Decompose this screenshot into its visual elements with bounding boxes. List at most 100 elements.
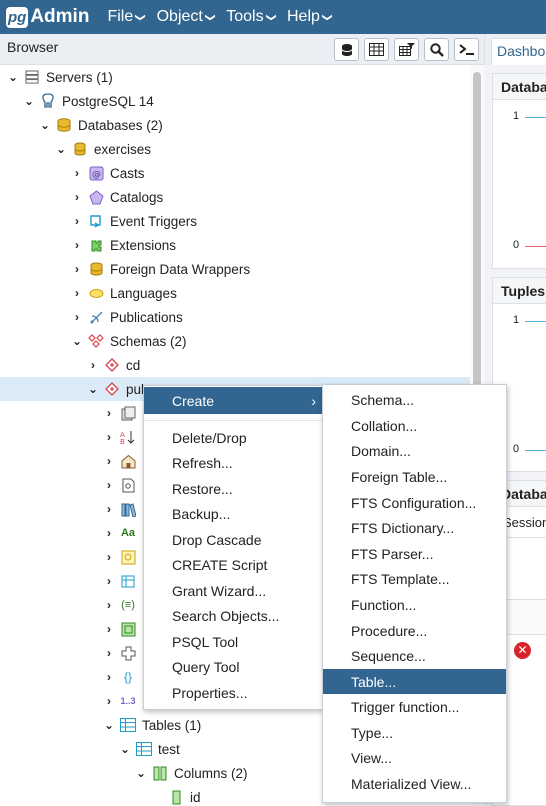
chevron-down-icon[interactable]: ⌄ [86, 382, 100, 396]
submenu-domain[interactable]: Domain... [323, 438, 506, 463]
submenu-fts-configuration[interactable]: FTS Configuration... [323, 490, 506, 515]
context-menu-grant-wizard[interactable]: Grant Wizard... [144, 578, 322, 603]
chevron-right-icon[interactable]: › [102, 646, 116, 660]
context-menu-refresh[interactable]: Refresh... [144, 450, 322, 475]
chevron-down-icon[interactable]: ⌄ [70, 334, 84, 348]
tree-node-tables[interactable]: ⌄ Tables (1) [102, 713, 201, 737]
submenu-procedure[interactable]: Procedure... [323, 618, 506, 643]
chevron-right-icon[interactable]: › [102, 694, 116, 708]
context-menu-delete-drop[interactable]: Delete/Drop [144, 425, 322, 450]
tree-node-languages[interactable]: › Languages [70, 281, 177, 305]
menu-object-label: Object [156, 8, 203, 25]
context-menu-drop-cascade[interactable]: Drop Cascade [144, 527, 322, 552]
chevron-down-icon[interactable]: ⌄ [118, 742, 132, 756]
chevron-down-icon[interactable]: ⌄ [22, 94, 36, 108]
tree-node-database-exercises[interactable]: ⌄ exercises [54, 137, 151, 161]
tree-node-columns[interactable]: ⌄ Columns (2) [134, 761, 248, 785]
chevron-right-icon[interactable]: › [70, 310, 84, 324]
submenu-schema[interactable]: Schema... [323, 387, 506, 412]
tree-node-materialized-views[interactable]: › [102, 617, 142, 641]
chevron-right-icon[interactable]: › [70, 190, 84, 204]
context-menu-psql-tool[interactable]: PSQL Tool [144, 629, 322, 654]
tree-node-functions[interactable]: › (≡) [102, 593, 142, 617]
tree-node-collations[interactable]: › AB [102, 425, 142, 449]
chevron-down-icon[interactable]: ⌄ [6, 70, 20, 84]
chevron-down-icon[interactable]: ⌄ [38, 118, 52, 132]
chevron-right-icon[interactable]: › [102, 430, 116, 444]
submenu-trigger-function[interactable]: Trigger function... [323, 694, 506, 719]
tree-node-extensions[interactable]: › Extensions [70, 233, 176, 257]
chevron-right-icon[interactable]: › [102, 454, 116, 468]
chevron-right-icon[interactable]: › [102, 526, 116, 540]
submenu-fts-dictionary[interactable]: FTS Dictionary... [323, 515, 506, 540]
context-menu-create-script[interactable]: CREATE Script [144, 552, 322, 577]
tree-node-aggregates[interactable]: › [102, 401, 142, 425]
view-data-button[interactable] [364, 38, 389, 61]
chevron-down-icon[interactable]: ⌄ [102, 718, 116, 732]
tree-node-publications[interactable]: › Publications [70, 305, 183, 329]
tree-node-casts[interactable]: › @ Casts [70, 161, 145, 185]
context-menu-search-objects[interactable]: Search Objects... [144, 603, 322, 628]
submenu-foreign-table[interactable]: Foreign Table... [323, 464, 506, 489]
query-tool-button[interactable] [334, 38, 359, 61]
chevron-right-icon[interactable]: › [86, 358, 100, 372]
context-menu-create[interactable]: Create › [144, 387, 322, 414]
filtered-rows-button[interactable] [394, 38, 419, 61]
tree-node-schema-cd[interactable]: › cd [86, 353, 140, 377]
chevron-right-icon[interactable]: › [102, 574, 116, 588]
submenu-table[interactable]: Table... [323, 669, 506, 694]
menu-object[interactable]: Object ❯ [156, 8, 216, 26]
chevron-right-icon[interactable]: › [70, 214, 84, 228]
context-menu-properties[interactable]: Properties... [144, 680, 322, 705]
terminate-session-icon[interactable]: ✕ [514, 642, 531, 659]
menu-tools[interactable]: Tools ❯ [226, 8, 276, 26]
tree-node-catalogs[interactable]: › Catalogs [70, 185, 163, 209]
tree-node-table-test[interactable]: ⌄ test [118, 737, 180, 761]
chevron-right-icon[interactable]: › [102, 598, 116, 612]
menu-help[interactable]: Help ❯ [287, 8, 333, 26]
chevron-right-icon[interactable]: › [70, 166, 84, 180]
chevron-right-icon[interactable]: › [102, 406, 116, 420]
submenu-view[interactable]: View... [323, 745, 506, 770]
chevron-right-icon[interactable]: › [70, 238, 84, 252]
submenu-function[interactable]: Function... [323, 592, 506, 617]
tree-node-sequences[interactable]: › 1..3 [102, 689, 142, 713]
tree-node-fts-dictionaries[interactable]: › [102, 497, 142, 521]
tree-node-server[interactable]: ⌄ PostgreSQL 14 [22, 89, 154, 113]
search-objects-button[interactable] [424, 38, 449, 61]
chevron-right-icon[interactable]: › [70, 262, 84, 276]
tree-node-databases[interactable]: ⌄ Databases (2) [38, 113, 163, 137]
tree-node-domains[interactable]: › [102, 449, 142, 473]
chevron-down-icon[interactable]: ⌄ [134, 766, 148, 780]
tree-node-foreign-tables[interactable]: › [102, 569, 142, 593]
chevron-down-icon[interactable]: ⌄ [54, 142, 68, 156]
submenu-collation[interactable]: Collation... [323, 413, 506, 438]
context-menu-restore[interactable]: Restore... [144, 476, 322, 501]
chevron-right-icon[interactable]: › [70, 286, 84, 300]
psql-tool-button[interactable] [454, 38, 479, 61]
submenu-materialized-view[interactable]: Materialized View... [323, 771, 506, 796]
tree-node-fts-parsers[interactable]: › Aa [102, 521, 142, 545]
tree-node-fts-configurations[interactable]: › [102, 473, 142, 497]
chevron-right-icon[interactable]: › [102, 502, 116, 516]
tree-node-column-id[interactable]: id [150, 785, 201, 806]
tab-dashboard[interactable]: Dashboard [491, 38, 546, 65]
chevron-right-icon[interactable]: › [102, 478, 116, 492]
chevron-right-icon[interactable]: › [102, 670, 116, 684]
submenu-fts-template[interactable]: FTS Template... [323, 566, 506, 591]
tree-node-event-triggers[interactable]: › Event Triggers [70, 209, 197, 233]
context-menu-backup[interactable]: Backup... [144, 501, 322, 526]
chevron-right-icon[interactable]: › [102, 622, 116, 636]
chevron-right-icon[interactable]: › [102, 550, 116, 564]
tree-node-fts-templates[interactable]: › [102, 545, 142, 569]
tree-node-procedures[interactable]: › {} [102, 665, 142, 689]
tree-node-fdw[interactable]: › Foreign Data Wrappers [70, 257, 250, 281]
submenu-type[interactable]: Type... [323, 720, 506, 745]
submenu-sequence[interactable]: Sequence... [323, 643, 506, 668]
tree-node-operators[interactable]: › [102, 641, 142, 665]
menu-file[interactable]: File ❯ [107, 8, 145, 26]
context-menu-query-tool[interactable]: Query Tool [144, 654, 322, 679]
tree-node-schemas[interactable]: ⌄ Schemas (2) [70, 329, 187, 353]
tree-node-servers[interactable]: ⌄ Servers (1) [6, 65, 113, 89]
submenu-fts-parser[interactable]: FTS Parser... [323, 541, 506, 566]
